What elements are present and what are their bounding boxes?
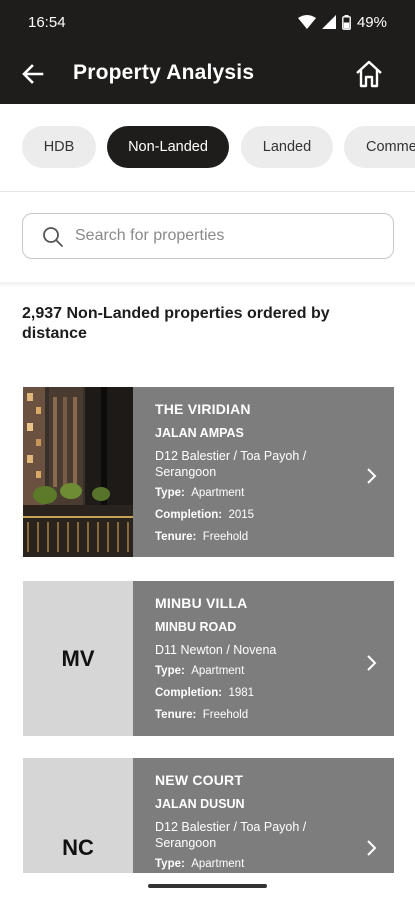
chip-non-landed[interactable]: Non-Landed (107, 126, 229, 168)
app-bar: Property Analysis (0, 44, 415, 104)
results-summary: 2,937 Non-Landed properties ordered by d… (22, 305, 330, 342)
property-completion-row: Completion: 2015 (155, 508, 394, 522)
completion-label: Completion: (155, 687, 223, 699)
completion-label: Completion: (155, 509, 223, 521)
type-label: Type: (155, 858, 185, 870)
property-name: NEW COURT (155, 772, 244, 788)
property-tenure: Freehold (202, 709, 249, 721)
chevron-right-icon (367, 655, 377, 671)
property-initials: MV (23, 581, 133, 736)
property-info: THE VIRIDIAN JALAN AMPAS D12 Balestier /… (133, 387, 394, 557)
chevron-right-icon (367, 840, 377, 856)
type-label: Type: (155, 665, 185, 677)
category-filter-bar: HDB Non-Landed Landed Comme (0, 104, 415, 192)
cell-signal-icon (321, 15, 336, 29)
search-icon (43, 227, 63, 247)
property-completion: 2015 (228, 509, 255, 521)
chip-hdb[interactable]: HDB (22, 126, 96, 168)
property-street: JALAN AMPAS (155, 426, 244, 440)
chevron-right-icon (367, 468, 377, 484)
property-type-row: Type: Apartment (155, 486, 394, 500)
tenure-label: Tenure: (155, 531, 197, 543)
gesture-handle[interactable] (148, 884, 267, 888)
property-completion-row: Completion: 1981 (155, 686, 394, 700)
status-bar: 16:54 49% (0, 0, 415, 44)
search-section (0, 192, 415, 282)
property-card[interactable]: MV MINBU VILLA MINBU ROAD D11 Newton / N… (23, 581, 394, 736)
property-type-row: Type: Apartment (155, 664, 394, 678)
property-tenure: Freehold (202, 531, 249, 543)
property-name: MINBU VILLA (155, 595, 248, 611)
property-tenure-row: Tenure: Freehold (155, 530, 394, 544)
property-district: D11 Newton / Novena (155, 643, 277, 657)
property-type: Apartment (191, 665, 245, 677)
wifi-icon (297, 15, 316, 29)
type-label: Type: (155, 487, 185, 499)
home-icon[interactable] (353, 58, 385, 90)
chip-commercial[interactable]: Comme (344, 126, 415, 168)
property-name: THE VIRIDIAN (155, 401, 251, 417)
property-district: D12 Balestier / Toa Payoh / Serangoon (155, 449, 307, 479)
battery-percent: 49% (356, 13, 387, 31)
section-divider (0, 282, 415, 288)
page-title: Property Analysis (73, 61, 255, 84)
property-district: D12 Balestier / Toa Payoh / Serangoon (155, 820, 307, 850)
property-tenure-row: Tenure: Freehold (155, 708, 394, 722)
property-street: MINBU ROAD (155, 620, 237, 634)
search-input[interactable] (75, 222, 375, 250)
property-type: Apartment (191, 487, 245, 499)
search-box[interactable] (22, 213, 394, 259)
tenure-label: Tenure: (155, 709, 197, 721)
status-time: 16:54 (28, 13, 66, 31)
status-icons: 49% (297, 13, 387, 31)
chip-landed[interactable]: Landed (241, 126, 333, 168)
property-photo (23, 387, 133, 557)
property-type: Apartment (191, 858, 245, 870)
property-info: MINBU VILLA MINBU ROAD D11 Newton / Nove… (133, 581, 394, 736)
property-type-row: Type: Apartment (155, 857, 394, 871)
arrow-left-icon[interactable] (20, 61, 46, 87)
property-completion: 1981 (228, 687, 255, 699)
battery-icon (342, 14, 351, 30)
property-street: JALAN DUSUN (155, 797, 245, 811)
property-card[interactable]: THE VIRIDIAN JALAN AMPAS D12 Balestier /… (23, 387, 394, 557)
